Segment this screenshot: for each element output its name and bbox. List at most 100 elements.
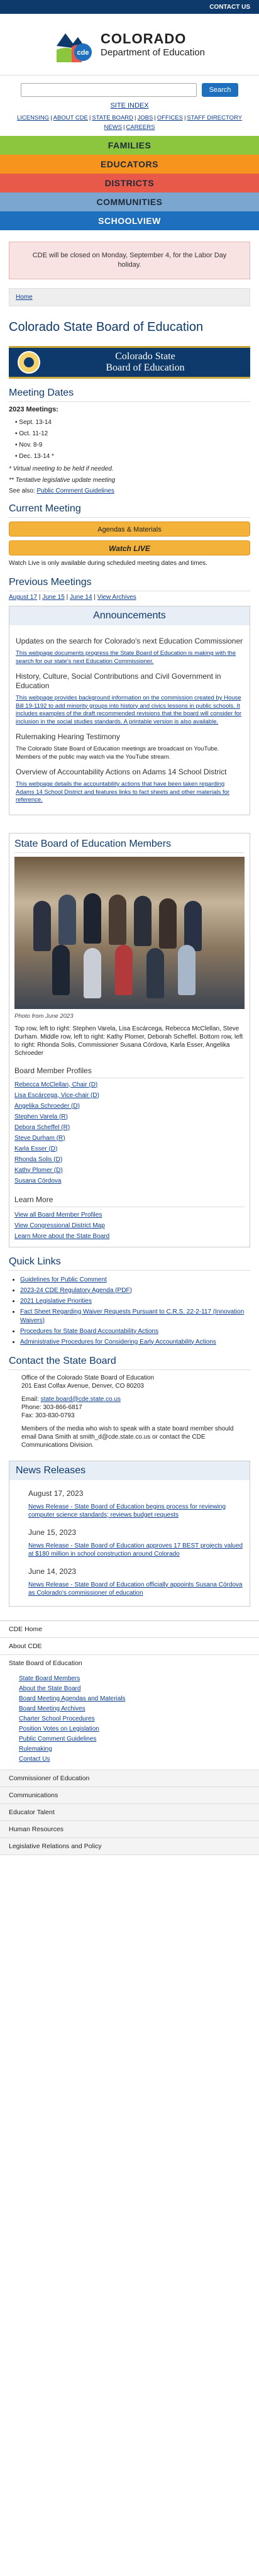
news-release-link[interactable]: News Release - State Board of Education … bbox=[28, 1503, 226, 1519]
learn-more-link[interactable]: Learn More about the State Board bbox=[14, 1233, 109, 1240]
contact-us-link[interactable]: CONTACT US bbox=[209, 4, 250, 11]
toplink-state-board[interactable]: STATE BOARD bbox=[92, 114, 133, 121]
toplink-offices[interactable]: OFFICES bbox=[157, 114, 183, 121]
cde-mark-text: cde bbox=[77, 49, 89, 57]
search-button[interactable]: Search bbox=[201, 83, 239, 97]
toplink-jobs[interactable]: JOBS bbox=[137, 114, 153, 121]
quick-link[interactable]: 2023-24 CDE Regulatory Agenda (PDF) bbox=[20, 1287, 132, 1294]
member-link[interactable]: Susana Córdova bbox=[14, 1178, 62, 1185]
footer-sublink[interactable]: State Board Members bbox=[19, 1674, 259, 1684]
footer-state-board: State Board of Education bbox=[0, 1655, 259, 1671]
quick-links-list: Guidelines for Public Comment 2023-24 CD… bbox=[20, 1276, 250, 1347]
breadcrumb-home[interactable]: Home bbox=[16, 294, 33, 301]
nav-districts[interactable]: DISTRICTS bbox=[0, 174, 259, 192]
contact-info: Office of the Colorado State Board of Ed… bbox=[21, 1374, 250, 1449]
announcement-title: Updates on the search for Colorado's nex… bbox=[16, 637, 243, 645]
site-index-link[interactable]: SITE INDEX bbox=[110, 102, 148, 109]
announcement-link[interactable]: This webpage details the accountability … bbox=[16, 781, 229, 803]
news-date: August 17, 2023 bbox=[28, 1488, 84, 1498]
toplink-careers[interactable]: CAREERS bbox=[126, 124, 155, 131]
footer-sublink[interactable]: Public Comment Guidelines bbox=[19, 1734, 259, 1744]
closure-alert: CDE will be closed on Monday, September … bbox=[9, 242, 250, 279]
toplink-about[interactable]: ABOUT CDE bbox=[53, 114, 88, 121]
nav-families[interactable]: FAMILIES bbox=[0, 136, 259, 155]
footer-sublink[interactable]: Rulemaking bbox=[19, 1744, 259, 1754]
member-link[interactable]: Karla Esser (D) bbox=[14, 1146, 57, 1152]
nav-educators[interactable]: EDUCATORS bbox=[0, 155, 259, 174]
learn-more-link[interactable]: View all Board Member Profiles bbox=[14, 1212, 102, 1218]
footer-about-cde[interactable]: About CDE bbox=[0, 1638, 259, 1655]
member-link[interactable]: Kathy Plomer (D) bbox=[14, 1167, 63, 1174]
meeting-dates-heading: Meeting Dates bbox=[9, 388, 74, 398]
announcement-link[interactable]: This webpage provides background informa… bbox=[16, 694, 241, 725]
public-comment-guidelines-link[interactable]: Public Comment Guidelines bbox=[36, 488, 114, 494]
watch-live-button[interactable]: Watch LIVE bbox=[9, 540, 250, 555]
member-link[interactable]: Stephen Varela (R) bbox=[14, 1113, 68, 1120]
prev-meeting-link[interactable]: August 17 bbox=[9, 594, 37, 601]
breadcrumb: Home bbox=[9, 288, 250, 306]
footer-legislative[interactable]: Legislative Relations and Policy bbox=[0, 1837, 259, 1855]
learn-more-links: View all Board Member Profiles View Cong… bbox=[14, 1210, 245, 1242]
members-list: Rebecca McClellan, Chair (D) Lisa Escárc… bbox=[14, 1079, 245, 1186]
quick-link[interactable]: Guidelines for Public Comment bbox=[20, 1276, 107, 1283]
member-link[interactable]: Rhonda Solis (D) bbox=[14, 1156, 62, 1163]
announcement-text: The Colorado State Board of Education me… bbox=[16, 745, 219, 761]
board-banner: Colorado State Board of Education bbox=[9, 346, 250, 379]
media-contact-note: Members of the media who wish to speak w… bbox=[21, 1425, 234, 1449]
footer-sublink[interactable]: About the State Board bbox=[19, 1684, 259, 1694]
member-link[interactable]: Angelika Schroeder (D) bbox=[14, 1103, 80, 1110]
footer-sublink[interactable]: Charter School Procedures bbox=[19, 1714, 259, 1724]
quick-link[interactable]: Procedures for State Board Accountabilit… bbox=[20, 1328, 158, 1335]
search-input[interactable] bbox=[20, 83, 197, 97]
watch-live-note: Watch Live is only available during sche… bbox=[9, 560, 207, 567]
members-panel: State Board of Education Members Photo f… bbox=[9, 832, 250, 1247]
member-link[interactable]: Rebecca McClellan, Chair (D) bbox=[14, 1081, 97, 1088]
news-date: June 14, 2023 bbox=[28, 1566, 77, 1576]
top-links: LICENSING | ABOUT CDE | STATE BOARD | JOBS | OFF… bbox=[16, 114, 243, 131]
footer-communications[interactable]: Communications bbox=[0, 1787, 259, 1804]
news-release-link[interactable]: News Release - State Board of Education … bbox=[28, 1581, 243, 1597]
news-item: June 15, 2023 News Release - State Board… bbox=[28, 1519, 243, 1558]
footer-sublink[interactable]: Position Votes on Legislation bbox=[19, 1724, 259, 1734]
site-title: COLORADO bbox=[101, 31, 187, 47]
quick-link[interactable]: Administrative Procedures for Considerin… bbox=[20, 1339, 216, 1346]
toplink-news[interactable]: NEWS bbox=[104, 124, 123, 131]
state-seal-icon bbox=[18, 351, 40, 374]
announcements-panel: Announcements Updates on the search for … bbox=[9, 606, 250, 815]
footer-cde-home[interactable]: CDE Home bbox=[0, 1621, 259, 1638]
member-link[interactable]: Steve Durham (R) bbox=[14, 1135, 65, 1142]
meetings-year-label: 2023 Meetings: bbox=[9, 406, 58, 413]
footer-commissioner[interactable]: Commissioner of Education bbox=[0, 1770, 259, 1787]
members-caption: Top row, left to right: Stephen Varela, … bbox=[14, 1025, 243, 1057]
member-link[interactable]: Lisa Escárcega, Vice-chair (D) bbox=[14, 1092, 99, 1099]
agendas-materials-button[interactable]: Agendas & Materials bbox=[9, 521, 250, 537]
page-title: Colorado State Board of Education bbox=[9, 320, 204, 334]
learn-more-heading: Learn More bbox=[14, 1195, 53, 1204]
view-archives-link[interactable]: View Archives bbox=[97, 594, 136, 601]
member-link[interactable]: Debora Scheffel (R) bbox=[14, 1124, 70, 1131]
contact-email-link[interactable]: state.board@cde.state.co.us bbox=[41, 1396, 121, 1403]
learn-more-link[interactable]: View Congressional District Map bbox=[14, 1222, 105, 1229]
announcement-link[interactable]: This webpage documents progress the Stat… bbox=[16, 650, 236, 665]
meeting-date: Nov. 8-9 bbox=[15, 440, 250, 451]
news-release-link[interactable]: News Release - State Board of Education … bbox=[28, 1542, 243, 1558]
footer-educator-talent[interactable]: Educator Talent bbox=[0, 1804, 259, 1821]
toplink-licensing[interactable]: LICENSING bbox=[17, 114, 49, 121]
nav-communities[interactable]: COMMUNITIES bbox=[0, 192, 259, 211]
top-utility-bar: CONTACT US bbox=[0, 0, 259, 14]
banner-line-1: Colorado State bbox=[115, 351, 175, 362]
footer-sublink[interactable]: Contact Us bbox=[19, 1754, 259, 1765]
prev-meeting-link[interactable]: June 15 bbox=[42, 594, 65, 601]
footer-sublink[interactable]: Board Meeting Agendas and Materials bbox=[19, 1694, 259, 1704]
footer-state-board-label[interactable]: State Board of Education bbox=[9, 1659, 82, 1667]
toplink-staff-directory[interactable]: STAFF DIRECTORY bbox=[187, 114, 242, 121]
previous-meetings-heading: Previous Meetings bbox=[9, 577, 92, 588]
footer-human-resources[interactable]: Human Resources bbox=[0, 1820, 259, 1838]
colorado-logo-icon[interactable]: cde bbox=[54, 25, 94, 65]
quick-link[interactable]: 2021 Legislative Priorities bbox=[20, 1298, 92, 1305]
announcement-title: Overview of Accountability Actions on Ad… bbox=[16, 767, 227, 776]
footer-sublink[interactable]: Board Meeting Archives bbox=[19, 1704, 259, 1714]
quick-link[interactable]: Fact Sheet Regarding Waiver Requests Pur… bbox=[20, 1308, 244, 1324]
nav-schoolview[interactable]: SCHOOLview bbox=[0, 211, 259, 230]
prev-meeting-link[interactable]: June 14 bbox=[70, 594, 92, 601]
